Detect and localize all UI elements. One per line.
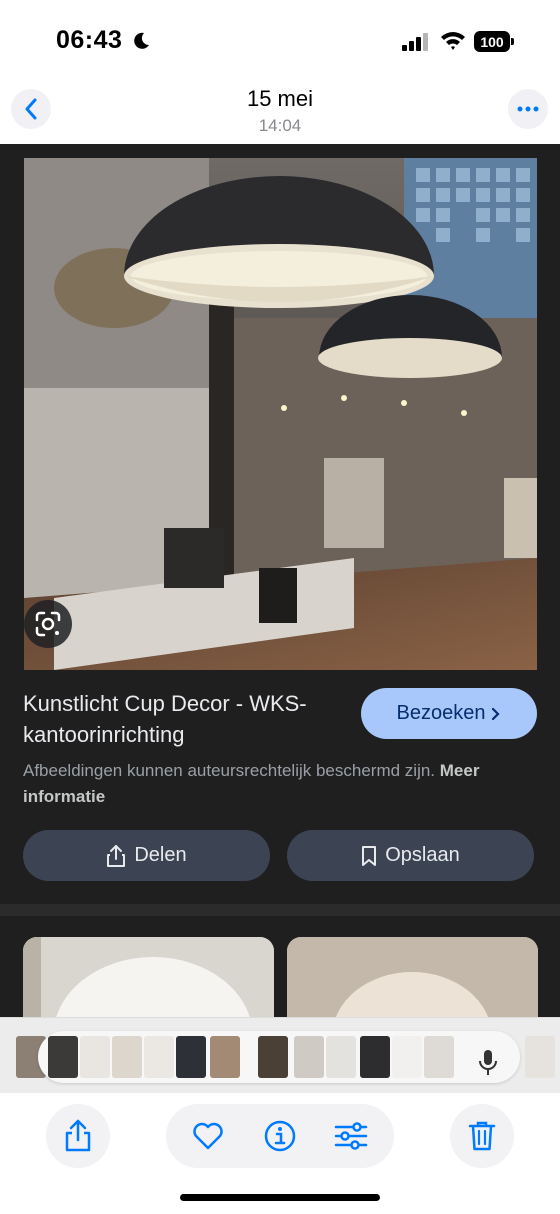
scrubber-thumbnail[interactable] — [392, 1036, 422, 1078]
interior-photo — [24, 158, 537, 670]
bookmark-icon — [362, 845, 377, 866]
header-date: 15 mei — [246, 86, 314, 111]
photo-header: 15 mei 14:04 — [0, 80, 560, 144]
scrubber-thumbnail[interactable] — [176, 1036, 206, 1078]
scrubber-thumbnail[interactable] — [144, 1036, 174, 1078]
share-label: Delen — [134, 844, 187, 866]
battery-level: 100 — [474, 31, 510, 52]
scrubber-track[interactable] — [38, 1031, 520, 1083]
result-title[interactable]: Kunstlicht Cup Decor - WKS-kantoorinrich… — [23, 688, 343, 750]
signal-icon — [402, 33, 428, 51]
mic-icon[interactable] — [476, 1048, 500, 1078]
heart-icon[interactable] — [192, 1121, 224, 1151]
scrubber-thumbnail[interactable] — [326, 1036, 356, 1078]
status-time: 06:43 — [56, 26, 123, 54]
result-image[interactable] — [24, 158, 537, 670]
toolbar-share-button[interactable] — [46, 1104, 110, 1168]
more-button[interactable] — [508, 89, 548, 129]
battery-icon: 100 — [474, 31, 514, 52]
status-bar: 06:43 100 — [0, 0, 560, 80]
scrubber-thumbnail[interactable] — [48, 1036, 78, 1078]
scrubber-thumbnail[interactable] — [525, 1036, 555, 1078]
header-time: 14:04 — [258, 116, 302, 135]
scrubber-thumbnail[interactable] — [424, 1036, 454, 1078]
home-indicator[interactable] — [180, 1194, 380, 1201]
visit-button[interactable]: Bezoeken — [361, 688, 537, 739]
share-icon — [107, 844, 126, 867]
share-button[interactable]: Delen — [23, 830, 270, 881]
scrubber-thumbnail[interactable] — [294, 1036, 324, 1078]
scrubber-thumbnail[interactable] — [360, 1036, 390, 1078]
scrubber-thumbnail[interactable] — [258, 1036, 288, 1078]
scrubber-thumbnail[interactable] — [210, 1036, 240, 1078]
info-icon[interactable] — [263, 1119, 297, 1153]
chevron-right-icon — [492, 707, 501, 720]
save-button[interactable]: Opslaan — [287, 830, 534, 881]
section-divider — [0, 904, 560, 916]
trash-icon — [468, 1121, 496, 1151]
moon-icon — [134, 32, 149, 49]
save-label: Opslaan — [385, 844, 460, 866]
scrubber-thumbnail[interactable] — [112, 1036, 142, 1078]
wifi-icon — [441, 32, 465, 50]
toolbar-delete-button[interactable] — [450, 1104, 514, 1168]
lens-button[interactable] — [24, 600, 72, 648]
copyright-text: Afbeeldingen kunnen auteursrechtelijk be… — [23, 761, 436, 780]
lens-icon — [35, 611, 61, 637]
scrubber-thumbnail[interactable] — [80, 1036, 110, 1078]
more-icon — [517, 106, 539, 112]
share-icon — [65, 1119, 91, 1152]
copyright-notice: Afbeeldingen kunnen auteursrechtelijk be… — [23, 758, 543, 810]
sliders-icon[interactable] — [334, 1121, 368, 1151]
toolbar-group — [166, 1104, 394, 1168]
visit-label: Bezoeken — [396, 702, 486, 724]
